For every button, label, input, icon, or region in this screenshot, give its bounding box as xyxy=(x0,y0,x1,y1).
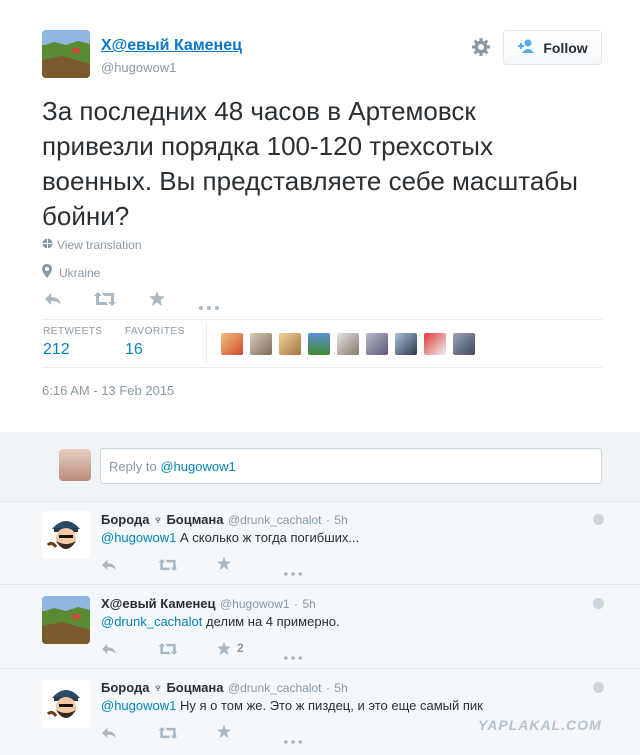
reply-item: Борода ♆ Боцмана @drunk_cachalot · 5h @h… xyxy=(0,669,640,754)
favorite-count: 2 xyxy=(237,641,244,655)
gear-icon[interactable] xyxy=(471,37,491,57)
retweets-stat[interactable]: RETWEETS 212 xyxy=(43,326,103,359)
retweet-icon xyxy=(158,727,178,739)
reply-time[interactable]: 5h xyxy=(334,513,347,527)
avatar[interactable] xyxy=(250,333,272,355)
avatar[interactable] xyxy=(337,333,359,355)
reply-avatar[interactable] xyxy=(42,596,90,644)
avatar[interactable] xyxy=(395,333,417,355)
reply-mention[interactable]: @hugowow1 xyxy=(101,530,176,545)
view-translation-link[interactable]: View translation xyxy=(42,238,142,252)
favorites-count: 16 xyxy=(125,341,143,358)
favorite-action[interactable] xyxy=(217,725,231,743)
favorites-stat[interactable]: FAVORITES 16 xyxy=(125,326,185,359)
more-icon xyxy=(199,306,219,310)
reply-text: А сколько ж тогда погибших... xyxy=(179,530,360,545)
reply-placeholder: Reply to xyxy=(109,459,157,474)
avatar[interactable] xyxy=(424,333,446,355)
favorites-label: FAVORITES xyxy=(125,326,185,337)
retweet-action[interactable] xyxy=(158,726,178,744)
reply-icon xyxy=(102,559,116,571)
favoriters-avatars xyxy=(221,333,475,355)
reply-time[interactable]: 5h xyxy=(302,597,315,611)
close-icon[interactable] xyxy=(593,682,604,693)
divider xyxy=(42,367,602,368)
reply-placeholder-handle: @hugowow1 xyxy=(160,459,236,474)
reply-action[interactable] xyxy=(101,558,117,576)
reply-time[interactable]: 5h xyxy=(334,681,347,695)
retweet-icon xyxy=(158,643,178,655)
reply-author-name[interactable]: Борода ♆ Боцмана xyxy=(101,512,223,527)
more-action[interactable] xyxy=(284,731,302,749)
avatar[interactable] xyxy=(366,333,388,355)
reply-text: делим на 4 примерно. xyxy=(206,614,340,629)
reply-avatar[interactable] xyxy=(42,680,90,728)
favorite-action[interactable] xyxy=(149,291,165,311)
stats-divider xyxy=(206,322,207,364)
tweet-location[interactable]: Ukraine xyxy=(42,264,100,281)
author-handle[interactable]: @hugowow1 xyxy=(101,60,176,75)
close-icon[interactable] xyxy=(593,514,604,525)
favorite-action[interactable] xyxy=(217,557,231,575)
view-translation-label: View translation xyxy=(57,238,142,252)
divider xyxy=(42,319,602,320)
reply-mention[interactable]: @hugowow1 xyxy=(101,698,176,713)
retweet-action[interactable] xyxy=(158,558,178,576)
more-icon xyxy=(284,740,302,744)
more-icon xyxy=(284,572,302,576)
reply-icon xyxy=(102,727,116,739)
watermark: YAPLAKAL.COM xyxy=(478,717,602,733)
more-action[interactable] xyxy=(199,297,219,315)
avatar[interactable] xyxy=(453,333,475,355)
follow-label: Follow xyxy=(543,39,588,56)
reply-author-handle[interactable]: @drunk_cachalot xyxy=(228,681,322,695)
favorite-action[interactable]: 2 xyxy=(217,641,244,655)
reply-item: Х@евый Каменец @hugowow1 · 5h @drunk_cac… xyxy=(0,585,640,667)
more-action[interactable] xyxy=(284,647,302,665)
reply-input[interactable]: Reply to @hugowow1 xyxy=(100,448,602,484)
avatar[interactable] xyxy=(221,333,243,355)
location-label: Ukraine xyxy=(59,265,101,280)
reply-author-handle[interactable]: @drunk_cachalot xyxy=(228,513,322,527)
author-name[interactable]: Х@евый Каменец xyxy=(101,37,242,55)
globe-icon xyxy=(42,238,53,252)
avatar[interactable] xyxy=(308,333,330,355)
favorite-icon xyxy=(217,725,231,738)
tweet-timestamp[interactable]: 6:16 AM - 13 Feb 2015 xyxy=(42,383,174,398)
retweet-action[interactable] xyxy=(94,292,116,311)
favorite-icon xyxy=(149,291,165,306)
reply-action[interactable] xyxy=(101,642,117,660)
retweet-action[interactable] xyxy=(158,642,178,660)
reply-author-name[interactable]: Борода ♆ Боцмана xyxy=(101,680,223,695)
reply-icon xyxy=(102,643,116,655)
tweet-text: За последних 48 часов в Артемовск привез… xyxy=(42,96,578,231)
retweet-icon xyxy=(158,559,178,571)
reply-icon xyxy=(45,293,61,305)
reply-mention[interactable]: @drunk_cachalot xyxy=(101,614,202,629)
favorite-icon xyxy=(217,557,231,570)
author-avatar[interactable] xyxy=(42,30,90,78)
retweets-count: 212 xyxy=(43,341,70,358)
reply-author-handle[interactable]: @hugowow1 xyxy=(220,597,290,611)
avatar[interactable] xyxy=(279,333,301,355)
reply-action[interactable] xyxy=(101,726,117,744)
add-user-icon xyxy=(517,38,537,57)
reply-action[interactable] xyxy=(44,292,62,311)
user-avatar xyxy=(59,449,91,481)
more-action[interactable] xyxy=(284,563,302,581)
retweet-icon xyxy=(94,292,116,306)
follow-button[interactable]: Follow xyxy=(503,30,602,65)
close-icon[interactable] xyxy=(593,598,604,609)
retweets-label: RETWEETS xyxy=(43,326,103,337)
reply-author-name[interactable]: Х@евый Каменец xyxy=(101,596,216,611)
location-icon xyxy=(42,264,52,281)
reply-item: Борода ♆ Боцмана @drunk_cachalot · 5h @h… xyxy=(0,501,640,583)
more-icon xyxy=(284,656,302,660)
reply-text: Ну я о том же. Это ж пиздец, и это еще с… xyxy=(179,698,483,713)
reply-avatar[interactable] xyxy=(42,511,90,559)
favorite-icon xyxy=(217,641,231,655)
